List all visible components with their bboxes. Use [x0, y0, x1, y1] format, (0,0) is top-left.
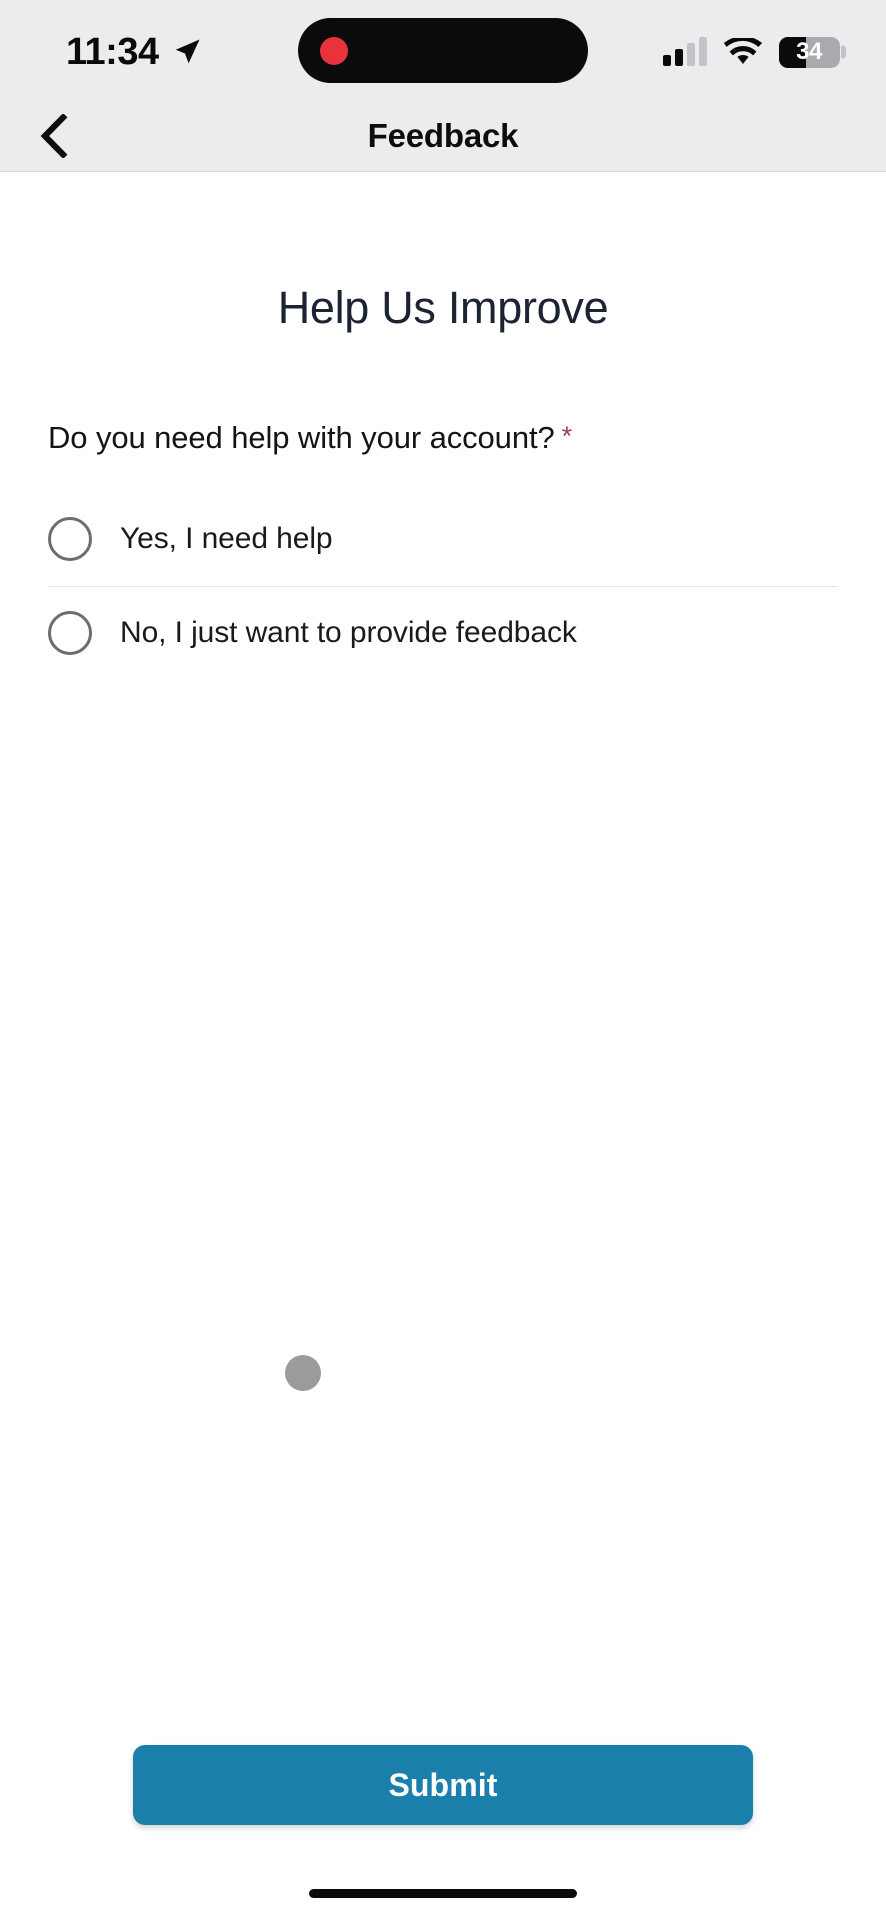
dynamic-island: [298, 18, 588, 83]
radio-option-label: Yes, I need help: [120, 521, 333, 555]
main-content: Help Us Improve Do you need help with yo…: [0, 172, 886, 1745]
navigation-bar: Feedback: [0, 100, 886, 172]
wifi-icon: [723, 36, 763, 66]
question-label: Do you need help with your account? *: [48, 419, 838, 458]
recording-dot-icon: [320, 36, 348, 65]
battery-percent-label: 34: [796, 38, 822, 65]
radio-button-icon[interactable]: [48, 611, 92, 656]
battery-nub: [841, 45, 846, 59]
status-bar-left: 11:34: [66, 29, 202, 71]
home-indicator: [309, 1889, 577, 1898]
radio-option-no[interactable]: No, I just want to provide feedback: [48, 585, 838, 680]
battery-icon: 34: [779, 36, 846, 68]
location-arrow-icon: [172, 37, 202, 67]
chevron-left-icon: [38, 112, 68, 159]
radio-option-yes[interactable]: Yes, I need help: [48, 492, 838, 586]
status-bar: 11:34 34: [0, 0, 886, 100]
page-title: Feedback: [367, 116, 519, 154]
status-bar-right: 34: [663, 33, 846, 68]
phone-screen: 11:34 34 Feedback Help Us Improve Do you…: [0, 0, 886, 1920]
required-asterisk: *: [561, 421, 573, 451]
radio-option-label: No, I just want to provide feedback: [120, 616, 577, 650]
question-text: Do you need help with your account?: [48, 420, 555, 455]
cellular-signal-icon: [663, 37, 707, 66]
back-button[interactable]: [22, 105, 84, 167]
status-bar-clock: 11:34: [66, 31, 159, 73]
page-heading: Help Us Improve: [277, 282, 609, 333]
radio-button-icon[interactable]: [48, 516, 92, 561]
radio-group: Yes, I need help No, I just want to prov…: [0, 492, 886, 680]
footer: Submit: [0, 1745, 886, 1920]
loading-dot-icon: [285, 1355, 321, 1391]
submit-button[interactable]: Submit: [133, 1745, 753, 1825]
question-block: Do you need help with your account? *: [0, 419, 886, 458]
